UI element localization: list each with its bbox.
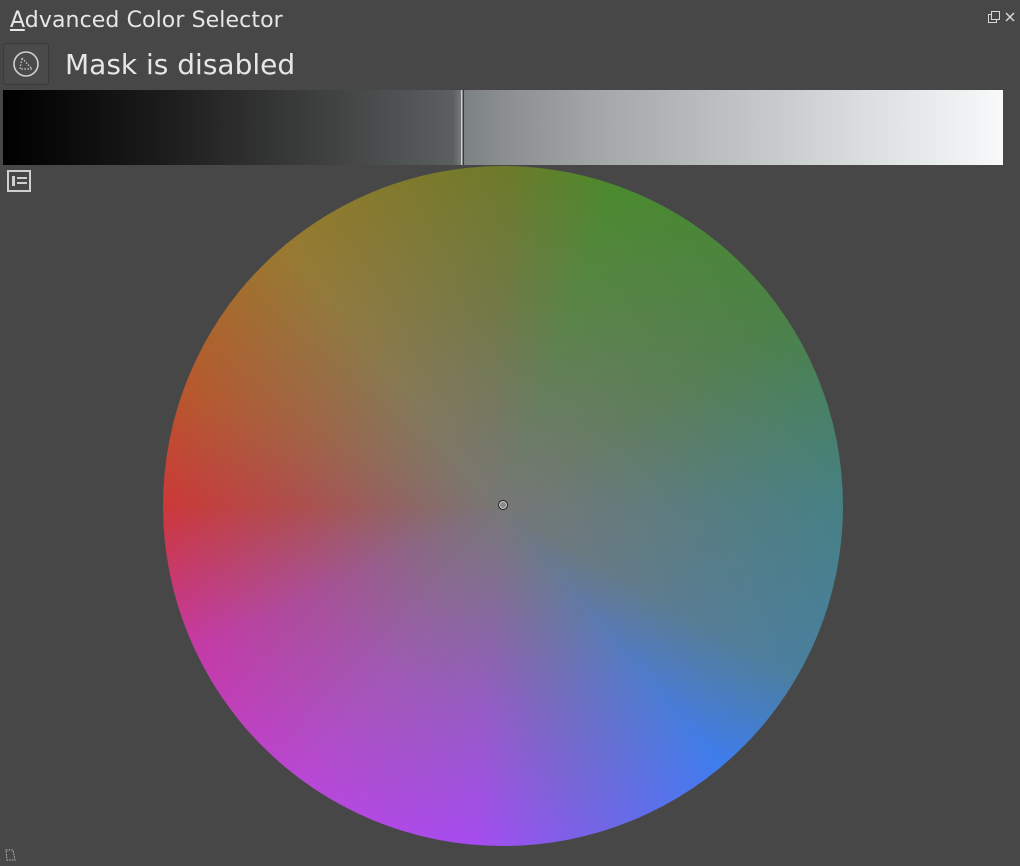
float-icon[interactable] bbox=[987, 10, 1001, 24]
color-wheel-cursor[interactable] bbox=[498, 500, 508, 510]
title-mnemonic: A bbox=[10, 8, 25, 33]
mask-status-label: Mask is disabled bbox=[65, 48, 296, 81]
value-gradient-slider[interactable] bbox=[3, 90, 1003, 165]
settings-list-icon[interactable] bbox=[7, 170, 31, 192]
settings-icon-bar bbox=[12, 176, 15, 186]
title-rest: dvanced Color Selector bbox=[24, 8, 283, 33]
resize-grip-glyph bbox=[5, 849, 16, 861]
mask-toggle-button[interactable] bbox=[3, 43, 49, 85]
float-icon-glyph bbox=[988, 11, 1000, 23]
mask-row: Mask is disabled bbox=[0, 40, 1020, 88]
close-icon[interactable] bbox=[1003, 10, 1017, 24]
resize-grip-icon[interactable] bbox=[3, 848, 17, 862]
advanced-color-selector-docker: Advanced Color Selector Mask is disabled bbox=[0, 0, 1020, 866]
docker-titlebar: Advanced Color Selector bbox=[0, 0, 1020, 40]
settings-icon-line bbox=[17, 182, 27, 184]
value-slider-handle[interactable] bbox=[461, 90, 464, 165]
mask-brush-icon bbox=[13, 51, 39, 77]
settings-icon-line bbox=[17, 177, 27, 179]
close-icon-glyph bbox=[1005, 12, 1015, 22]
docker-title: Advanced Color Selector bbox=[10, 8, 283, 33]
